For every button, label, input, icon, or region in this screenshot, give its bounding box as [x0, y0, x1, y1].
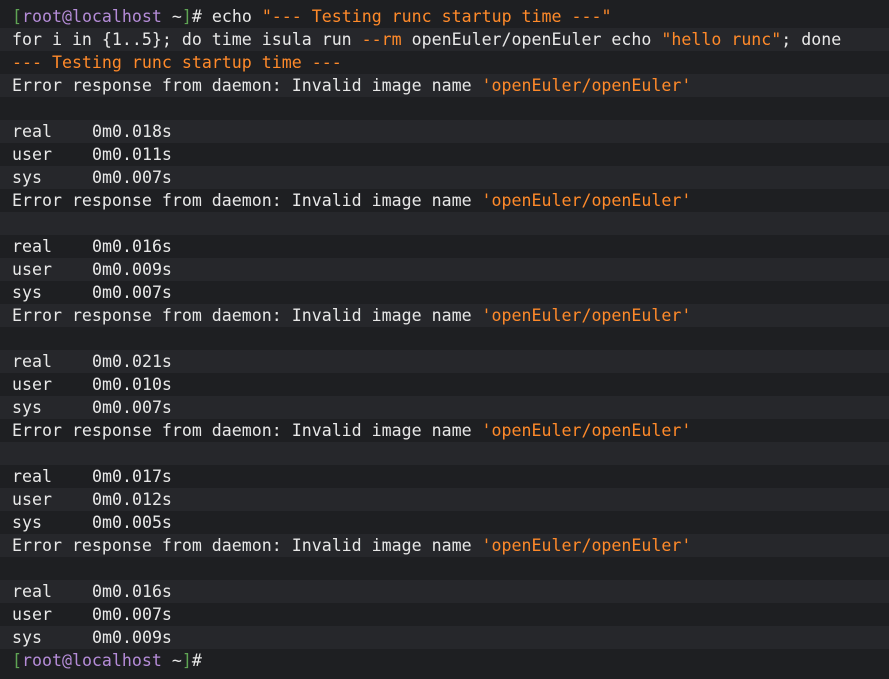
blank-line	[0, 442, 889, 465]
timing-value: 0m0.009s	[92, 628, 172, 647]
timing-output-line: real 0m0.018s	[0, 120, 889, 143]
error-message: Error response from daemon: Invalid imag…	[12, 421, 482, 440]
timing-value: 0m0.017s	[92, 467, 172, 486]
timing-label: user	[12, 490, 52, 509]
output-banner-line: --- Testing runc startup time ---	[0, 51, 889, 74]
timing-output-line: real 0m0.016s	[0, 580, 889, 603]
timing-output-line: sys 0m0.005s	[0, 511, 889, 534]
prompt-symbol: #	[191, 7, 202, 26]
command-text: openEuler/openEuler echo	[401, 30, 662, 49]
prompt-user-host: root@localhost	[22, 651, 162, 670]
error-output-line: Error response from daemon: Invalid imag…	[0, 419, 889, 442]
command-string: "hello runc"	[661, 30, 782, 49]
timing-output-line: user 0m0.009s	[0, 258, 889, 281]
timing-value: 0m0.007s	[92, 283, 172, 302]
timing-label: sys	[12, 168, 42, 187]
timing-label: user	[12, 260, 52, 279]
error-image-name: 'openEuler/openEuler'	[481, 76, 692, 95]
command-text: echo	[201, 7, 262, 26]
timing-value: 0m0.011s	[92, 145, 172, 164]
prompt-close-bracket: ]	[181, 7, 192, 26]
timing-output-line: user 0m0.012s	[0, 488, 889, 511]
timing-value: 0m0.007s	[92, 168, 172, 187]
timing-output-line: real 0m0.021s	[0, 350, 889, 373]
timing-label: user	[12, 145, 52, 164]
prompt-open-bracket: [	[12, 651, 22, 670]
error-output-line: Error response from daemon: Invalid imag…	[0, 74, 889, 97]
error-output-line: Error response from daemon: Invalid imag…	[0, 189, 889, 212]
timing-value: 0m0.007s	[92, 605, 172, 624]
command-line: [root@localhost ~]# echo "--- Testing ru…	[0, 5, 889, 28]
timing-value: 0m0.007s	[92, 398, 172, 417]
timing-value: 0m0.016s	[92, 582, 172, 601]
timing-output-line: user 0m0.011s	[0, 143, 889, 166]
error-message: Error response from daemon: Invalid imag…	[12, 191, 482, 210]
timing-output-line: real 0m0.017s	[0, 465, 889, 488]
error-image-name: 'openEuler/openEuler'	[481, 191, 692, 210]
error-output-line: Error response from daemon: Invalid imag…	[0, 304, 889, 327]
timing-label: real	[12, 122, 52, 141]
active-prompt-line: [root@localhost ~]#	[0, 649, 889, 672]
prompt-user-host: root@localhost	[22, 7, 162, 26]
blank-line	[0, 212, 889, 235]
timing-label: real	[12, 237, 52, 256]
timing-label: real	[12, 467, 52, 486]
error-output-line: Error response from daemon: Invalid imag…	[0, 534, 889, 557]
timing-value: 0m0.021s	[92, 352, 172, 371]
timing-label: real	[12, 352, 52, 371]
timing-output-line: sys 0m0.007s	[0, 396, 889, 419]
timing-output-line: real 0m0.016s	[0, 235, 889, 258]
prompt-symbol: #	[191, 651, 202, 670]
timing-value: 0m0.012s	[92, 490, 172, 509]
timing-output-line: sys 0m0.007s	[0, 281, 889, 304]
timing-value: 0m0.018s	[92, 122, 172, 141]
error-message: Error response from daemon: Invalid imag…	[12, 76, 482, 95]
banner-text: --- Testing runc startup time ---	[12, 53, 342, 72]
command-continuation-line: for i in {1..5}; do time isula run --rm …	[0, 28, 889, 51]
timing-label: sys	[12, 513, 42, 532]
error-image-name: 'openEuler/openEuler'	[481, 306, 692, 325]
timing-output-line: user 0m0.007s	[0, 603, 889, 626]
command-text: ; done	[781, 30, 842, 49]
prompt-open-bracket: [	[12, 7, 22, 26]
timing-label: real	[12, 582, 52, 601]
timing-output-line: sys 0m0.007s	[0, 166, 889, 189]
timing-value: 0m0.005s	[92, 513, 172, 532]
timing-label: sys	[12, 398, 42, 417]
error-image-name: 'openEuler/openEuler'	[481, 536, 692, 555]
prompt-close-bracket: ]	[181, 651, 192, 670]
command-flag: --rm	[361, 30, 402, 49]
timing-label: user	[12, 605, 52, 624]
terminal-window[interactable]: [root@localhost ~]# echo "--- Testing ru…	[0, 0, 889, 679]
error-message: Error response from daemon: Invalid imag…	[12, 306, 482, 325]
timing-output-line: user 0m0.010s	[0, 373, 889, 396]
timing-label: sys	[12, 628, 42, 647]
timing-label: user	[12, 375, 52, 394]
timing-output-line: sys 0m0.009s	[0, 626, 889, 649]
command-text: for i in {1..5}; do time isula run	[12, 30, 362, 49]
error-image-name: 'openEuler/openEuler'	[481, 421, 692, 440]
timing-value: 0m0.016s	[92, 237, 172, 256]
prompt-cwd: ~	[161, 651, 182, 670]
timing-label: sys	[12, 283, 42, 302]
timing-value: 0m0.009s	[92, 260, 172, 279]
timing-value: 0m0.010s	[92, 375, 172, 394]
error-message: Error response from daemon: Invalid imag…	[12, 536, 482, 555]
prompt-cwd: ~	[161, 7, 182, 26]
command-string: "--- Testing runc startup time ---"	[261, 7, 612, 26]
